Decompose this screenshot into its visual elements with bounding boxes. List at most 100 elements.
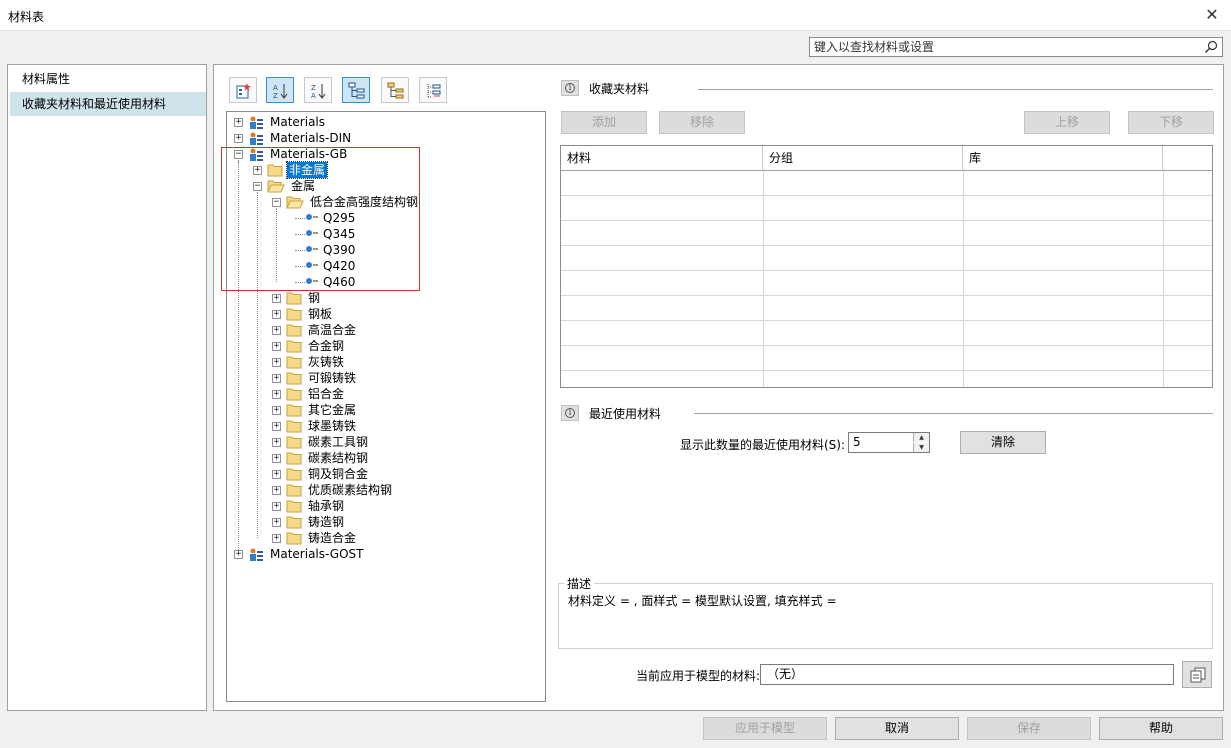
tree-item-folder[interactable]: 优质碳素结构钢 [306, 482, 394, 498]
search-icon[interactable] [1203, 39, 1219, 55]
tree-item-library[interactable]: Materials-GOST [268, 546, 365, 562]
tree-item-folder[interactable]: 铸造钢 [306, 514, 346, 530]
recent-count-value[interactable]: 5 [853, 435, 861, 449]
sort-az-icon: A Z [273, 84, 288, 100]
tree-item-library[interactable]: Materials-DIN [268, 130, 353, 146]
tree-expander-icon[interactable]: + [234, 134, 243, 143]
tree-item-material[interactable]: Q295 [321, 210, 357, 226]
table-row[interactable] [561, 371, 1212, 387]
tree-item-folder[interactable]: 可锻铸铁 [306, 370, 358, 386]
tree-expander-icon[interactable]: + [272, 422, 281, 431]
tree-view-button[interactable] [342, 77, 370, 103]
tree-item-material[interactable]: Q390 [321, 242, 357, 258]
sort-ascending-button[interactable]: A Z [266, 77, 294, 103]
clear-button[interactable]: 清除 [960, 431, 1046, 454]
tree-item-folder[interactable]: 轴承钢 [306, 498, 346, 514]
folder-icon [286, 467, 302, 484]
settings-view-button[interactable] [419, 77, 447, 103]
tree-expander-icon[interactable]: + [272, 518, 281, 527]
tree-item-folder[interactable]: 高温合金 [306, 322, 358, 338]
tree-expander-icon[interactable]: + [272, 454, 281, 463]
tree-expander-icon[interactable]: + [253, 166, 262, 175]
close-icon[interactable]: ✕ [1201, 4, 1223, 26]
nav-item-favorites-recent[interactable]: 收藏夹材料和最近使用材料 [10, 92, 206, 116]
remove-button[interactable]: 移除 [659, 111, 745, 134]
move-up-button[interactable]: 上移 [1024, 111, 1110, 134]
material-icon [305, 243, 319, 257]
folder-icon [286, 451, 302, 468]
current-material-label: 当前应用于模型的材料: [636, 669, 761, 683]
tree-item-folder[interactable]: 合金钢 [306, 338, 346, 354]
favorites-divider [698, 89, 1213, 90]
column-divider [963, 171, 964, 387]
nav-item-material-properties[interactable]: 材料属性 [10, 67, 206, 91]
search-box[interactable] [809, 37, 1223, 57]
group-view-button[interactable] [381, 77, 409, 103]
tree-item-folder[interactable]: 钢板 [306, 306, 334, 322]
tree-item-folder[interactable]: 非金属 [285, 161, 329, 179]
tree-expander-icon[interactable]: + [272, 358, 281, 367]
table-row[interactable] [561, 221, 1212, 246]
new-material-button[interactable] [229, 77, 257, 103]
tree-expander-icon[interactable]: + [272, 502, 281, 511]
folder-open-icon [286, 195, 304, 212]
tree-item-folder[interactable]: 球墨铸铁 [306, 418, 358, 434]
column-header-library[interactable]: 库 [963, 146, 1163, 171]
stepper-down-icon[interactable]: ▼ [913, 443, 929, 452]
tree-expander-icon[interactable]: + [234, 118, 243, 127]
tree-expander-icon[interactable]: − [272, 198, 281, 207]
move-down-button[interactable]: 下移 [1128, 111, 1214, 134]
tree-item-folder[interactable]: 金属 [289, 178, 317, 194]
table-row[interactable] [561, 321, 1212, 346]
tree-expander-icon[interactable]: + [272, 438, 281, 447]
column-header-group[interactable]: 分组 [763, 146, 963, 171]
table-row[interactable] [561, 271, 1212, 296]
tree-expander-icon[interactable]: + [272, 486, 281, 495]
tree-item-folder[interactable]: 碳素工具钢 [306, 434, 370, 450]
group-view-icon [387, 82, 404, 99]
tree-expander-icon[interactable]: + [272, 390, 281, 399]
tree-item-folder[interactable]: 钢 [306, 290, 322, 306]
tree-expander-icon[interactable]: − [253, 182, 262, 191]
tree-expander-icon[interactable]: + [272, 374, 281, 383]
copy-material-button[interactable] [1182, 661, 1212, 688]
search-input[interactable] [810, 38, 1190, 56]
tree-expander-icon[interactable]: + [272, 534, 281, 543]
tree-item-folder[interactable]: 铝合金 [306, 386, 346, 402]
table-row[interactable] [561, 196, 1212, 221]
tree-item-material[interactable]: Q460 [321, 274, 357, 290]
svg-text:Z: Z [311, 84, 316, 92]
favorites-grid[interactable]: 材料 分组 库 [560, 145, 1213, 388]
tree-expander-icon[interactable]: + [272, 294, 281, 303]
tree-expander-icon[interactable]: + [272, 310, 281, 319]
help-button[interactable]: 帮助 [1099, 717, 1223, 740]
tree-item-material[interactable]: Q420 [321, 258, 357, 274]
tree-expander-icon[interactable]: + [272, 326, 281, 335]
tree-expander-icon[interactable]: − [234, 150, 243, 159]
tree-item-folder[interactable]: 碳素结构钢 [306, 450, 370, 466]
cancel-button[interactable]: 取消 [835, 717, 959, 740]
apply-to-model-button[interactable]: 应用于模型 [703, 717, 827, 740]
tree-expander-icon[interactable]: + [272, 342, 281, 351]
tree-item-library[interactable]: Materials-GB [268, 146, 349, 162]
tree-item-folder[interactable]: 灰铸铁 [306, 354, 346, 370]
tree-expander-icon[interactable]: + [234, 550, 243, 559]
tree-item-folder[interactable]: 铸造合金 [306, 530, 358, 546]
save-button[interactable]: 保存 [967, 717, 1091, 740]
tree-item-library[interactable]: Materials [268, 114, 327, 130]
tree-item-folder[interactable]: 其它金属 [306, 402, 358, 418]
tree-expander-icon[interactable]: + [272, 470, 281, 479]
table-row[interactable] [561, 246, 1212, 271]
tree-expander-icon[interactable]: + [272, 406, 281, 415]
column-header-material[interactable]: 材料 [561, 146, 763, 171]
tree-item-folder[interactable]: 低合金高强度结构钢 [308, 194, 420, 210]
recent-count-stepper[interactable]: 5 ▲ ▼ [848, 432, 930, 453]
tree-item-material[interactable]: Q345 [321, 226, 357, 242]
stepper-up-icon[interactable]: ▲ [913, 433, 929, 442]
tree-item-folder[interactable]: 铜及铜合金 [306, 466, 370, 482]
sort-descending-button[interactable]: Z A [304, 77, 332, 103]
table-row[interactable] [561, 171, 1212, 196]
add-button[interactable]: 添加 [561, 111, 647, 134]
table-row[interactable] [561, 346, 1212, 371]
table-row[interactable] [561, 296, 1212, 321]
